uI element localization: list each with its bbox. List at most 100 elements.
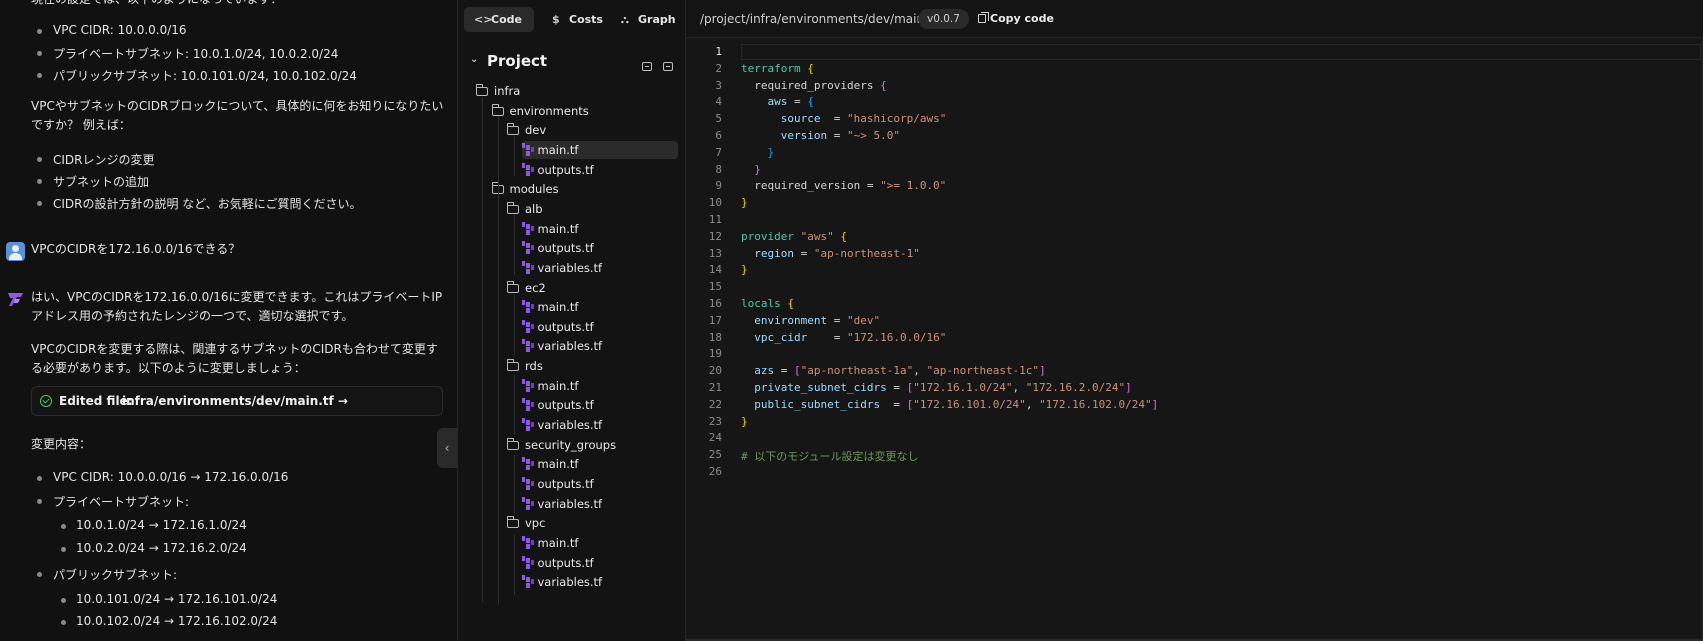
line-number: 19 [708, 347, 722, 361]
list-item: 10.0.102.0/24 → 172.16.102.0/24 [60, 614, 278, 628]
code-line: source = "hashicorp/aws" [780, 112, 947, 126]
folder-icon [507, 280, 519, 293]
tree-file[interactable]: main.tf [521, 455, 578, 473]
tree-folder[interactable]: security_groups [507, 436, 616, 454]
code-line: } [741, 263, 748, 277]
tree-node-label: security_groups [525, 437, 617, 452]
line-number: 10 [708, 196, 722, 210]
code-line: vpc_cidr = "172.16.0.0/16" [754, 330, 947, 344]
file-path: /project/infra/environments/dev/main.tf [700, 12, 937, 26]
tree-folder[interactable]: ec2 [507, 279, 546, 297]
changes-title: 変更内容： [31, 437, 92, 451]
folder-icon [491, 103, 504, 116]
tree-guide-line [498, 215, 499, 605]
tree-guide-line [514, 295, 515, 355]
tree-node-label: main.tf [537, 535, 579, 550]
line-number: 1 [715, 45, 722, 58]
tree-node-label: variables.tf [537, 260, 603, 275]
copy-code-button[interactable]: Copy code [978, 12, 1054, 25]
code-line: public_subnet_cidrs = ["172.16.101.0/24"… [754, 397, 1159, 411]
terraform-file-icon [521, 378, 535, 392]
line-number: 5 [715, 112, 722, 126]
code-line: azs = ["ap-northeast-1a", "ap-northeast-… [754, 364, 1046, 378]
collapse-panel-button[interactable]: ‹ [437, 428, 457, 468]
line-number: 16 [708, 297, 722, 310]
tree-folder[interactable]: environments [491, 102, 589, 120]
chat-question: VPCやサブネットのCIDRブロックについて、具体的に何をお知りになりたいですか… [31, 99, 444, 132]
tree-file[interactable]: main.tf [521, 534, 579, 552]
version-badge: v0.0.7 [918, 9, 969, 29]
tree-node-label: vpc [525, 516, 546, 531]
graph-icon: ⛬ [621, 13, 629, 26]
tree-file[interactable]: variables.tf [521, 495, 603, 513]
tree-folder[interactable]: modules [491, 180, 559, 198]
terraform-file-icon [521, 260, 535, 274]
tree-folder[interactable]: rds [507, 357, 543, 375]
tree-file[interactable]: variables.tf [521, 337, 602, 355]
tree-file[interactable]: outputs.tf [521, 318, 594, 336]
tree-node-label: dev [525, 123, 547, 138]
tree-folder[interactable]: vpc [507, 514, 545, 532]
folder-icon [507, 201, 519, 214]
tree-file[interactable]: variables.tf [521, 416, 602, 434]
tab-costs[interactable]: $ Costs [542, 7, 603, 32]
tab-code[interactable]: <> Code [464, 7, 534, 32]
tree-file[interactable]: main.tf [521, 298, 578, 316]
tree-guide-line [514, 455, 515, 515]
tree-node-label: outputs.tf [537, 162, 594, 177]
assistant-message: はい、VPCのCIDRを172.16.0.0/16に変更できます。これはプライベ… [31, 290, 443, 323]
tree-tools [636, 56, 673, 75]
code-line: locals { [741, 297, 794, 310]
code-line: # 以下のモジュール設定は変更なし [741, 450, 919, 464]
line-number: 26 [708, 465, 722, 478]
tree-guide-line [514, 136, 515, 176]
tree-file[interactable]: main.tf [521, 140, 678, 159]
tree-file[interactable]: outputs.tf [521, 161, 594, 179]
tree-file[interactable]: variables.tf [521, 259, 603, 277]
line-number: 24 [708, 431, 722, 445]
folder-icon [476, 84, 488, 96]
tree-guide-line [482, 97, 483, 602]
expand-all-icon[interactable] [641, 62, 652, 71]
tree-guide-line [514, 215, 515, 275]
tree-file[interactable]: outputs.tf [521, 396, 594, 414]
code-line: } [741, 196, 748, 210]
tree-node-label: outputs.tf [537, 398, 594, 413]
terraform-file-icon [521, 535, 535, 549]
folder-icon [507, 516, 519, 529]
collapse-all-icon[interactable] [663, 62, 673, 71]
terraform-file-icon [521, 339, 535, 353]
line-number: 13 [708, 246, 722, 260]
tree-node-label: modules [509, 182, 559, 197]
edited-file-link[interactable]: Edited file: infra/environments/dev/main… [31, 386, 443, 416]
tree-node-label: variables.tf [537, 496, 603, 511]
line-number: 9 [715, 179, 722, 193]
tree-file[interactable]: main.tf [521, 377, 578, 395]
tree-file[interactable]: outputs.tf [521, 239, 594, 257]
tree-file[interactable]: main.tf [521, 220, 578, 238]
tab-graph[interactable]: ⛬ Graph [611, 7, 676, 32]
tree-node-label: variables.tf [537, 575, 603, 590]
line-number: 23 [708, 414, 722, 428]
current-line-highlight [741, 44, 1701, 60]
terraform-file-icon [521, 241, 535, 255]
tree-file[interactable]: outputs.tf [521, 554, 594, 572]
user-message: VPCのCIDRを172.16.0.0/16できる？ [31, 242, 241, 256]
list-item: CIDRレンジの変更 [37, 153, 155, 167]
terraform-file-icon [521, 575, 535, 589]
line-number: 7 [715, 145, 722, 159]
tree-guide-line [514, 535, 515, 595]
line-number: 3 [715, 78, 722, 92]
chat-text-cut: 現在の設定では、以下のようになっています： [31, 0, 445, 9]
code-line: terraform { [741, 61, 814, 75]
tree-file[interactable]: outputs.tf [521, 475, 594, 493]
list-item: パブリックサブネット: 10.0.101.0/24, 10.0.102.0/24 [37, 69, 357, 83]
tree-file[interactable]: variables.tf [521, 573, 603, 591]
code-line: required_providers { [741, 78, 887, 92]
folder-icon [507, 359, 519, 372]
tree-folder[interactable]: alb [507, 200, 543, 218]
tree-folder[interactable]: dev [507, 121, 546, 139]
list-item: 10.0.101.0/24 → 172.16.101.0/24 [60, 592, 278, 606]
list-item: プライベートサブネット: 10.0.1.0/24, 10.0.2.0/24 [36, 47, 339, 61]
list-item: CIDRの設計方針の説明 など、お気軽にご質問ください。 [36, 197, 362, 211]
